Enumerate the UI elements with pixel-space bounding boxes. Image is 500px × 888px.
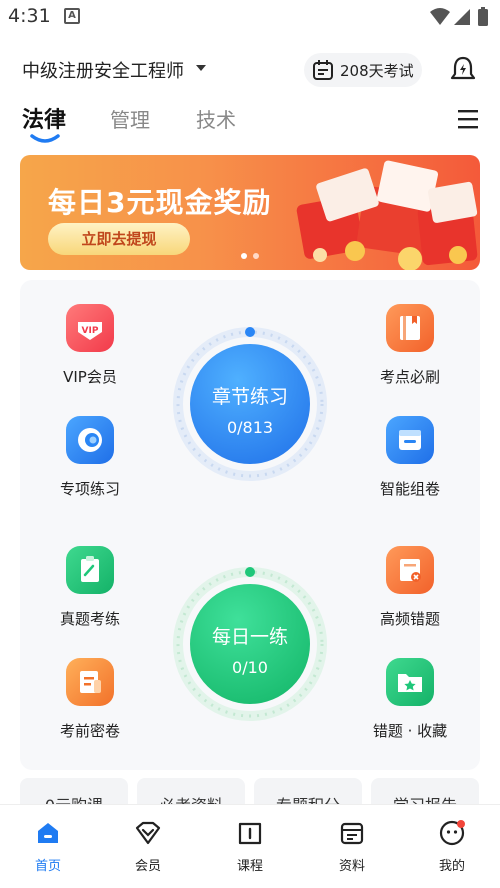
feat-label: 考前密卷 — [59, 722, 120, 740]
daily-practice-button[interactable]: 每日一练 0/10 — [172, 566, 328, 722]
circle-title: 每日一练 — [211, 626, 288, 648]
error-notes-icon — [386, 546, 434, 594]
chapter-practice-button[interactable]: 章节练习 0/813 — [172, 326, 328, 482]
caret-down-icon[interactable] — [196, 65, 206, 71]
feat-label: 高频错题 — [379, 610, 440, 628]
nav-courses[interactable]: 课程 — [210, 819, 290, 879]
favorite-folder-icon — [386, 658, 434, 706]
nav-profile[interactable]: 我的 — [412, 819, 492, 879]
countdown-text: 208天考试 — [340, 62, 414, 80]
svg-text:VIP: VIP — [82, 326, 99, 336]
calendar-icon — [386, 416, 434, 464]
banner-withdraw-button[interactable]: 立即去提现 — [48, 223, 190, 255]
notification-icon: A — [64, 8, 80, 24]
bell-icon[interactable] — [448, 55, 478, 85]
status-bar: 4:31 A — [0, 0, 500, 34]
materials-icon — [340, 822, 364, 845]
tab-indicator — [30, 134, 60, 143]
bottom-navigation: 首页 会员 课程 资料 我的 — [0, 804, 500, 888]
banner-pagination — [241, 253, 259, 259]
exam-selector[interactable]: 中级注册安全工程师 — [22, 57, 184, 83]
book-icon — [386, 304, 434, 352]
menu-icon[interactable] — [456, 108, 480, 130]
vip-diamond-icon — [135, 821, 161, 845]
target-icon — [66, 416, 114, 464]
subject-tabs: 法律 管理 技术 — [0, 100, 500, 148]
frequent-errors-entry[interactable]: 高频错题 — [350, 546, 470, 646]
nav-label: 课程 — [236, 859, 263, 874]
practice-panel: VIP VIP会员 专项练习 考点必刷 智能组卷 章节练习 0/813 真题考练… — [20, 280, 480, 770]
chip-must-read[interactable]: 必考资料 — [137, 778, 245, 806]
paper-icon — [66, 658, 114, 706]
clipboard-icon — [66, 546, 114, 594]
quick-links-row: 0元购课 必考资料 专题积分 学习报告 — [20, 778, 490, 806]
nav-label: 会员 — [134, 859, 161, 874]
tab-technology[interactable]: 技术 — [196, 104, 236, 133]
circle-count: 0/813 — [226, 418, 274, 437]
exam-countdown-badge[interactable]: 208天考试 — [304, 53, 422, 87]
banner-title: 每日3元现金奖励 — [48, 186, 272, 219]
tab-law[interactable]: 法律 — [22, 102, 66, 134]
chip-study-report[interactable]: 学习报告 — [371, 778, 479, 806]
calendar-icon — [313, 60, 333, 80]
status-time: 4:31 — [8, 5, 51, 27]
smart-paper-entry[interactable]: 智能组卷 — [350, 416, 470, 516]
special-practice-entry[interactable]: 专项练习 — [30, 416, 150, 516]
nav-materials[interactable]: 资料 — [312, 819, 392, 879]
daily-practice-circle: 每日一练 0/10 — [190, 584, 310, 704]
past-exam-entry[interactable]: 真题考练 — [30, 546, 150, 646]
key-points-entry[interactable]: 考点必刷 — [350, 304, 470, 404]
tab-management[interactable]: 管理 — [110, 104, 150, 133]
circle-title: 章节练习 — [211, 386, 288, 408]
nav-membership[interactable]: 会员 — [108, 819, 188, 879]
nav-label: 首页 — [34, 859, 61, 874]
feat-label: 智能组卷 — [379, 480, 440, 498]
feat-label: 考点必刷 — [379, 368, 440, 386]
errors-favorites-entry[interactable]: 错题 · 收藏 — [350, 658, 470, 758]
header: 中级注册安全工程师 208天考试 — [0, 48, 500, 92]
battery-icon — [478, 9, 488, 26]
feat-label: 专项练习 — [59, 480, 120, 498]
nav-home[interactable]: 首页 — [8, 819, 88, 879]
circle-count: 0/10 — [232, 658, 268, 677]
profile-icon — [439, 820, 465, 846]
nav-label: 资料 — [338, 859, 365, 874]
feat-label: 错题 · 收藏 — [372, 722, 448, 740]
chip-free-course[interactable]: 0元购课 — [20, 778, 128, 806]
feat-label: VIP会员 — [63, 368, 117, 386]
feat-label: 真题考练 — [59, 610, 120, 628]
status-icons — [428, 6, 492, 32]
home-icon — [38, 823, 58, 843]
vip-membership-entry[interactable]: VIP VIP会员 — [30, 304, 150, 404]
vip-icon: VIP — [66, 304, 114, 352]
wifi-icon — [430, 8, 450, 25]
chapter-practice-circle: 章节练习 0/813 — [190, 344, 310, 464]
red-envelope-illustration — [296, 160, 478, 270]
nav-label: 我的 — [438, 859, 465, 874]
signal-icon — [454, 9, 470, 25]
chip-topic-points[interactable]: 专题积分 — [254, 778, 362, 806]
course-icon — [238, 822, 262, 845]
final-paper-entry[interactable]: 考前密卷 — [30, 658, 150, 758]
